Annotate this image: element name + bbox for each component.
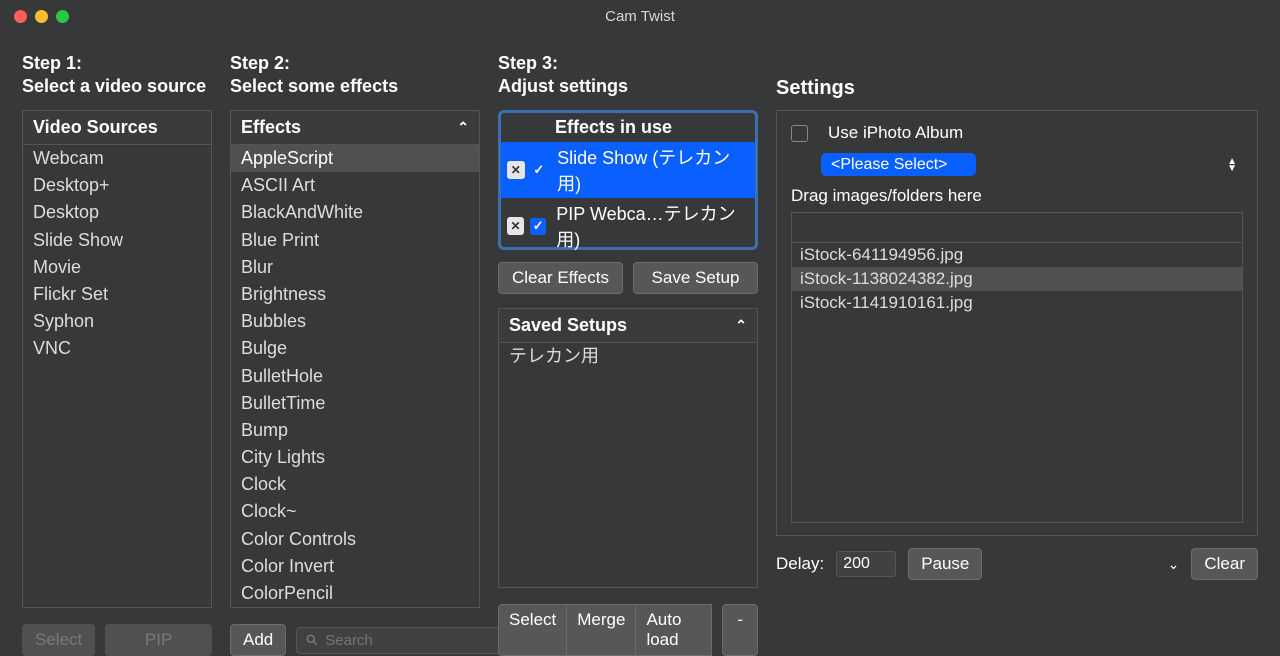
select-button[interactable]: Select [22,624,95,656]
list-item[interactable]: Clock~ [231,498,479,525]
effect-in-use-row[interactable]: ✕ PIP Webca…テレカン用) [501,198,755,254]
pip-button[interactable]: PIP [105,624,212,656]
saved-merge-button[interactable]: Merge [567,604,636,656]
list-item[interactable]: Blue Print [231,227,479,254]
list-item[interactable]: Clock [231,471,479,498]
list-item[interactable]: Desktop+ [23,172,211,199]
list-item[interactable]: Blur [231,254,479,281]
list-item[interactable]: Webcam [23,145,211,172]
search-icon [305,633,319,647]
saved-setup-item[interactable]: テレカン用 [499,343,757,370]
list-item[interactable]: Color Controls [231,526,479,553]
saved-autoload-button[interactable]: Auto load [636,604,712,656]
list-item[interactable]: BulletHole [231,363,479,390]
titlebar: Cam Twist [0,0,1280,32]
clear-effects-button[interactable]: Clear Effects [498,262,623,294]
list-item[interactable]: ASCII Art [231,172,479,199]
select-updown-icon: ▲▼ [1227,158,1237,172]
settings-label: Settings [776,52,1258,100]
use-iphoto-label: Use iPhoto Album [828,123,963,143]
saved-select-button[interactable]: Select [498,604,567,656]
effects-header[interactable]: Effects ⌃ [231,111,479,145]
step-1-label: Step 1: Select a video source [22,52,212,100]
effects-in-use-panel: Effects in use ✕ Slide Show (テレカン用) ✕ PIP W… [498,110,758,250]
saved-setups-header-label: Saved Setups [509,315,627,336]
list-item[interactable]: City Lights [231,444,479,471]
image-file-item[interactable]: iStock-641194956.jpg [792,243,1242,267]
list-item[interactable]: Bump [231,417,479,444]
save-setup-button[interactable]: Save Setup [633,262,758,294]
list-item[interactable]: AppleScript [231,145,479,172]
effect-enabled-checkbox[interactable] [530,218,546,235]
list-item[interactable]: VNC [23,335,211,362]
list-item[interactable]: Brightness [231,281,479,308]
delay-input[interactable] [836,551,896,577]
drag-images-label: Drag images/folders here [791,186,1243,206]
image-file-item[interactable]: iStock-1138024382.jpg [792,267,1242,291]
clear-button[interactable]: Clear [1191,548,1258,580]
video-sources-header-label: Video Sources [33,117,158,138]
window-title: Cam Twist [0,8,1280,25]
search-input[interactable] [325,632,524,649]
chevron-up-icon: ⌃ [735,317,747,334]
saved-remove-button[interactable]: - [722,604,758,656]
chevron-up-icon: ⌃ [457,119,469,136]
effect-in-use-label: PIP Webca…テレカン用) [556,200,749,252]
video-sources-header: Video Sources [23,111,211,145]
use-iphoto-checkbox[interactable] [791,125,808,142]
effects-in-use-header-label: Effects in use [555,117,672,138]
add-button[interactable]: Add [230,624,286,656]
step-3-label: Step 3: Adjust settings [498,52,758,100]
saved-setups-panel: Saved Setups ⌃ テレカン用 [498,308,758,588]
list-item[interactable]: ColorPencil [231,580,479,607]
list-item[interactable]: Movie [23,254,211,281]
effect-enabled-checkbox[interactable] [531,162,548,179]
list-item[interactable]: BlackAndWhite [231,199,479,226]
list-item[interactable]: Syphon [23,308,211,335]
video-sources-list: Video Sources WebcamDesktop+DesktopSlide… [22,110,212,608]
saved-setups-header[interactable]: Saved Setups ⌃ [499,309,757,343]
settings-panel: Use iPhoto Album <Please Select> ▲▼ Drag… [776,110,1258,536]
list-item[interactable]: BulletTime [231,390,479,417]
remove-effect-icon[interactable]: ✕ [507,217,524,235]
step-2-label: Step 2: Select some effects [230,52,480,100]
effects-in-use-header: Effects in use [501,113,755,142]
list-item[interactable]: Bubbles [231,308,479,335]
images-dropzone[interactable]: iStock-641194956.jpgiStock-1138024382.jp… [791,212,1243,523]
chevron-down-icon[interactable]: ⌄ [1168,556,1180,573]
remove-effect-icon[interactable]: ✕ [507,161,525,179]
list-item[interactable]: Color Invert [231,553,479,580]
effects-list: Effects ⌃ AppleScriptASCII ArtBlackAndWh… [230,110,480,608]
album-select-wrap[interactable]: <Please Select> ▲▼ [821,153,1243,176]
pause-button[interactable]: Pause [908,548,982,580]
delay-label: Delay: [776,554,824,574]
album-select[interactable]: <Please Select> [821,153,976,176]
list-item[interactable]: Flickr Set [23,281,211,308]
image-file-item[interactable]: iStock-1141910161.jpg [792,291,1242,315]
effect-in-use-label: Slide Show (テレカン用) [557,144,749,196]
list-item[interactable]: Slide Show [23,227,211,254]
list-item[interactable]: Desktop [23,199,211,226]
effect-in-use-row[interactable]: ✕ Slide Show (テレカン用) [501,142,755,198]
effects-header-label: Effects [241,117,301,138]
list-item[interactable]: Bulge [231,335,479,362]
